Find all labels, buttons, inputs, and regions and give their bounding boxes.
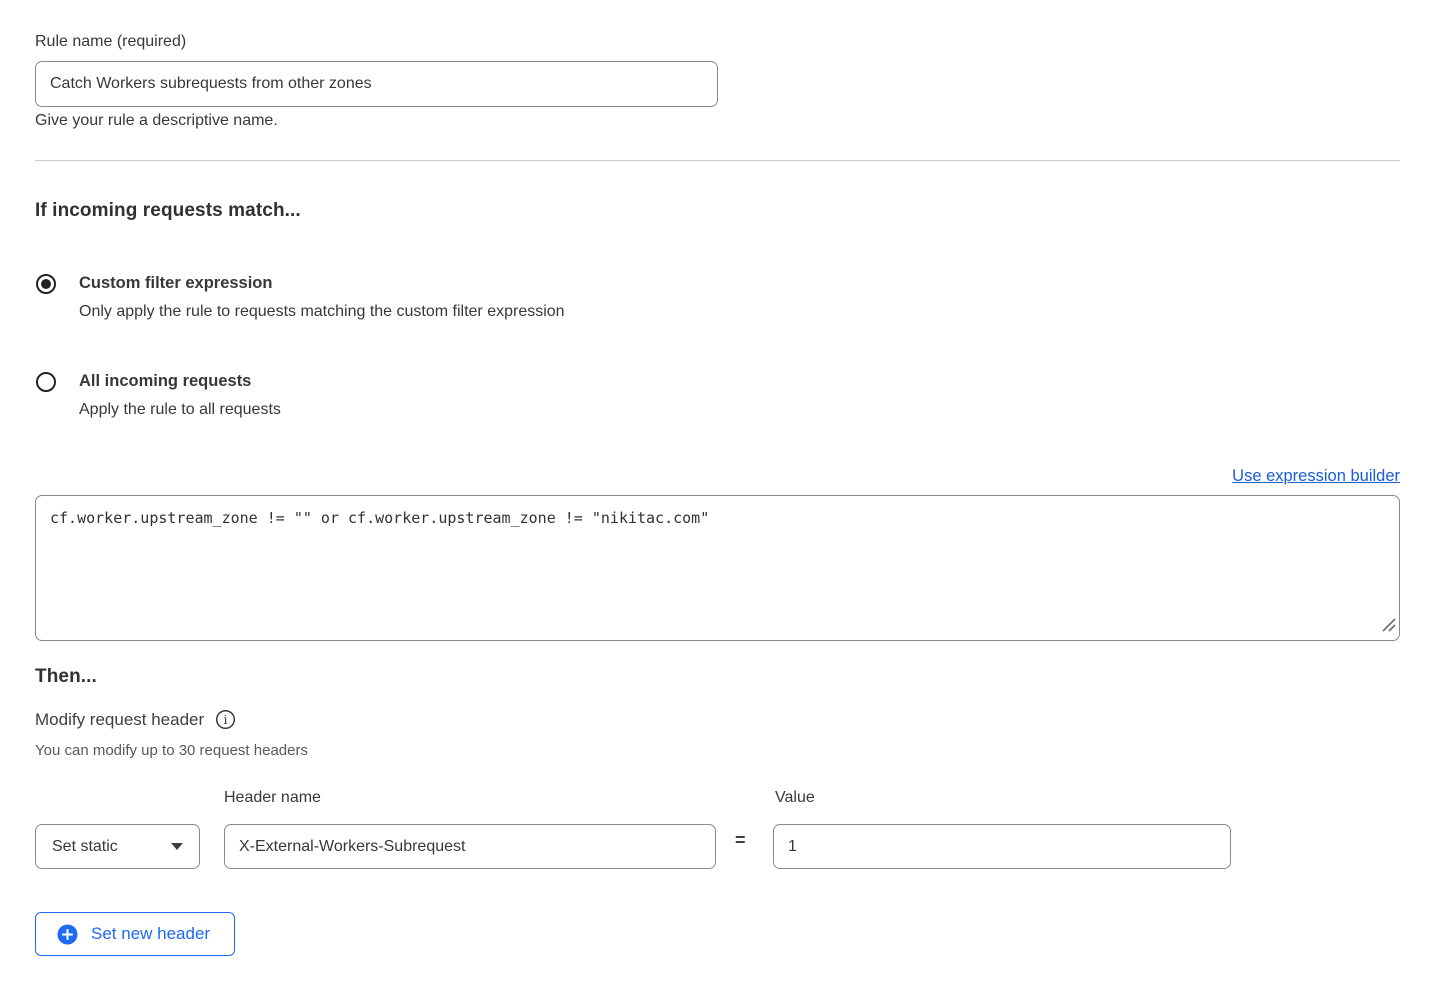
radio-all-requests-label: All incoming requests	[79, 371, 281, 391]
header-name-input[interactable]	[224, 824, 716, 869]
section-divider	[35, 160, 1400, 161]
plus-icon	[57, 924, 78, 945]
rule-editor-form: Rule name (required) Give your rule a de…	[0, 0, 1446, 988]
info-icon[interactable]: i	[215, 709, 236, 730]
svg-text:i: i	[224, 712, 228, 727]
radio-option-all-requests[interactable]: All incoming requests Apply the rule to …	[36, 371, 281, 419]
chevron-down-icon	[171, 843, 183, 850]
match-section-heading: If incoming requests match...	[35, 200, 301, 222]
use-expression-builder-link[interactable]: Use expression builder	[1232, 467, 1400, 486]
header-name-column-label: Header name	[224, 789, 321, 807]
filter-expression-editor[interactable]: cf.worker.upstream_zone != "" or cf.work…	[35, 495, 1400, 641]
set-new-header-button-label: Set new header	[91, 924, 210, 944]
modify-request-header-row: Modify request header i	[35, 709, 236, 730]
then-section-heading: Then...	[35, 666, 97, 688]
equals-sign: =	[735, 830, 746, 851]
radio-option-custom-filter[interactable]: Custom filter expression Only apply the …	[36, 273, 565, 321]
radio-custom-filter-description: Only apply the rule to requests matching…	[79, 302, 565, 321]
header-operation-select[interactable]: Set static	[35, 824, 200, 869]
rule-name-input[interactable]	[35, 61, 718, 107]
radio-button-custom-filter-icon[interactable]	[36, 274, 56, 294]
radio-all-requests-description: Apply the rule to all requests	[79, 400, 281, 419]
textarea-resize-handle[interactable]	[1380, 616, 1398, 634]
value-column-label: Value	[775, 789, 815, 807]
modify-header-limit-help: You can modify up to 30 request headers	[35, 742, 308, 759]
rule-name-help: Give your rule a descriptive name.	[35, 112, 278, 130]
radio-button-all-requests-icon[interactable]	[36, 372, 56, 392]
set-new-header-button[interactable]: Set new header	[35, 912, 235, 956]
radio-custom-filter-label: Custom filter expression	[79, 273, 565, 293]
action-type-label: Modify request header	[35, 710, 204, 730]
header-operation-selected-value: Set static	[52, 838, 118, 856]
header-value-input[interactable]	[773, 824, 1231, 869]
rule-name-label: Rule name (required)	[35, 33, 186, 51]
